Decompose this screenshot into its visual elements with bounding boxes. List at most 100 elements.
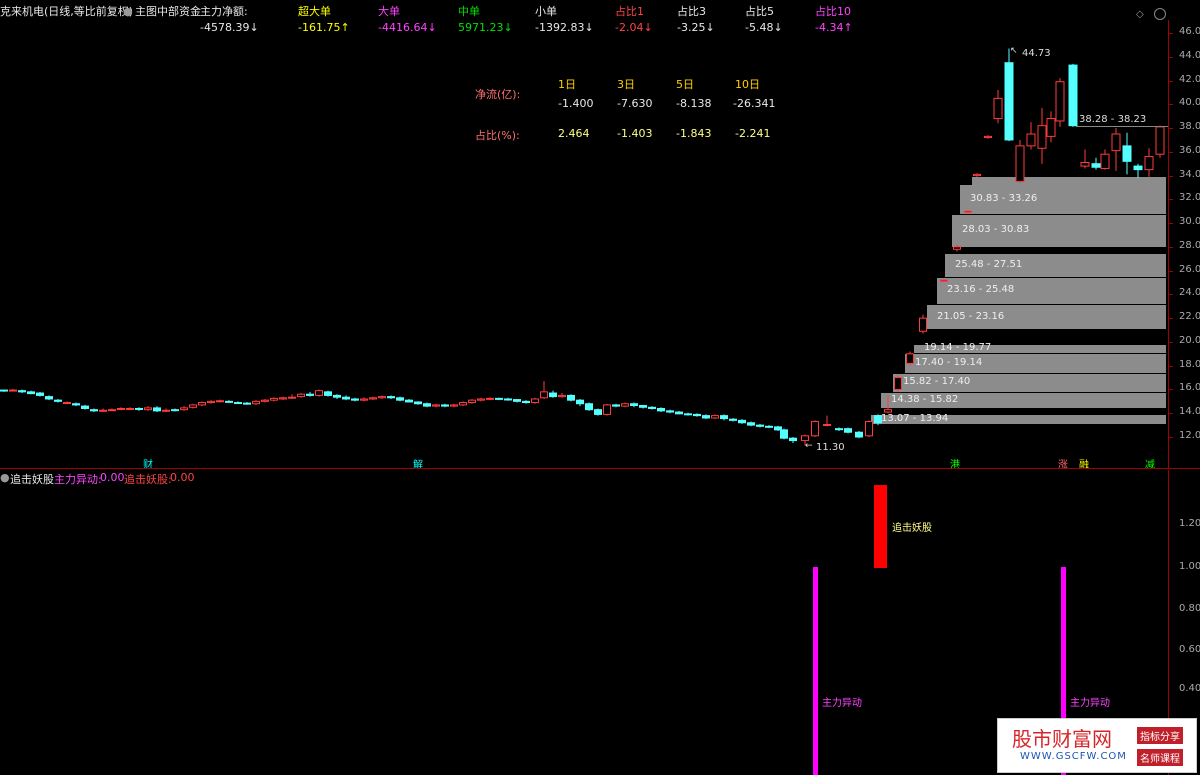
price-tick-mark (1168, 341, 1173, 343)
candle-body (396, 397, 404, 401)
main-force-signal-label-1: 主力异动 (822, 698, 862, 709)
price-tick-label: 18.00 (1179, 358, 1200, 370)
candle-body (729, 418, 737, 421)
candle-body (171, 409, 179, 412)
candle-body (342, 396, 350, 400)
candle-body (1015, 145, 1025, 183)
candle-body (621, 403, 629, 407)
candle-body (1133, 165, 1143, 171)
main-force-signal-label-2: 主力异动 (1070, 698, 1110, 709)
candle-body (835, 428, 843, 431)
price-tick-mark (1168, 389, 1173, 391)
candle-body (639, 405, 647, 408)
candle-body (594, 409, 602, 415)
low-pointer-icon: ← (805, 441, 813, 451)
candle-body (906, 353, 914, 364)
high-pointer-icon: ↖ (1010, 46, 1018, 56)
price-tick-mark (1168, 175, 1173, 177)
price-tick-mark (1168, 80, 1173, 82)
candle-body (153, 407, 161, 412)
candle-body (984, 135, 992, 139)
panel-divider[interactable] (0, 468, 1200, 469)
price-tick-mark (1168, 151, 1173, 153)
candlestick-chart[interactable] (0, 0, 1168, 468)
sub-tick-label: 0.40 (1179, 683, 1200, 694)
candle-body (855, 431, 863, 438)
candle-body (1026, 133, 1036, 147)
price-tick-mark (1168, 56, 1173, 58)
sub-tick-label: 1.00 (1179, 561, 1200, 572)
candle-body (36, 392, 44, 396)
price-tick-mark (1168, 104, 1173, 106)
candle-body (279, 397, 287, 400)
candle-body (135, 407, 143, 410)
candle-body (953, 246, 961, 250)
sub-item-value-0: 0.00 (100, 471, 125, 484)
candle-body (756, 424, 764, 427)
candle-body (630, 403, 638, 407)
settings-icon[interactable]: ● (0, 471, 10, 484)
price-tick-label: 44.00 (1179, 49, 1200, 61)
sub-item-label-0: 主力异动: (54, 473, 102, 486)
price-tick-label: 30.00 (1179, 216, 1200, 228)
price-tick-label: 14.00 (1179, 406, 1200, 418)
candle-body (940, 279, 948, 282)
candle-body (450, 404, 458, 407)
candle-body (522, 400, 530, 404)
price-tick-label: 46.00 (1179, 26, 1200, 37)
candle-body (162, 409, 170, 412)
candle-body (801, 435, 809, 442)
price-tick-label: 26.00 (1179, 263, 1200, 275)
candle-body (675, 411, 683, 415)
candle-body (549, 392, 557, 398)
candle-body (558, 394, 566, 398)
price-tick-label: 36.00 (1179, 144, 1200, 156)
candle-body (666, 410, 674, 413)
sub-panel-name[interactable]: 追击妖股 (10, 471, 54, 487)
candle-body (423, 403, 431, 407)
price-tick-label: 20.00 (1179, 334, 1200, 346)
candle-body (603, 404, 611, 415)
candle-body (459, 402, 467, 406)
candle-body (9, 389, 17, 392)
price-tick-mark (1168, 413, 1173, 415)
candle-body (874, 415, 882, 424)
price-tick-label: 34.00 (1179, 168, 1200, 180)
price-tick-mark (1168, 365, 1173, 367)
watermark: 股市财富网 WWW.GSCFW.COM 指标分享 名师课程 (997, 718, 1197, 773)
candle-body (369, 397, 377, 400)
candle-body (72, 403, 80, 406)
candle-body (81, 405, 89, 409)
price-tick-label: 38.00 (1179, 121, 1200, 133)
candle-body (1055, 81, 1065, 122)
candle-body (378, 396, 386, 399)
candle-body (252, 400, 260, 405)
sub-item-value-1: 0.00 (170, 471, 195, 484)
candle-body (126, 407, 134, 410)
candle-body (486, 397, 494, 400)
candle-body (477, 398, 485, 401)
candle-body (90, 409, 98, 412)
candle-body (738, 419, 746, 424)
candle-body (823, 424, 831, 427)
candle-body (324, 391, 332, 396)
candle-body (1068, 64, 1078, 127)
candle-body (540, 391, 548, 399)
main-force-signal-bar-1 (813, 567, 818, 775)
high-price-label: 44.73 (1022, 48, 1051, 59)
candle-body (495, 397, 503, 400)
candle-body (99, 409, 107, 412)
candle-body (973, 173, 981, 177)
candle-body (45, 396, 53, 400)
candle-body (18, 390, 26, 393)
price-tick-mark (1168, 223, 1173, 225)
price-tick-mark (1168, 437, 1173, 438)
watermark-url: WWW.GSCFW.COM (1020, 751, 1127, 762)
chase-signal-bar (874, 485, 887, 568)
candle-body (894, 377, 902, 390)
candle-body (576, 399, 584, 405)
candle-body (1122, 145, 1132, 162)
candle-body (844, 428, 852, 433)
candle-body (288, 396, 296, 399)
candle-body (261, 399, 269, 402)
